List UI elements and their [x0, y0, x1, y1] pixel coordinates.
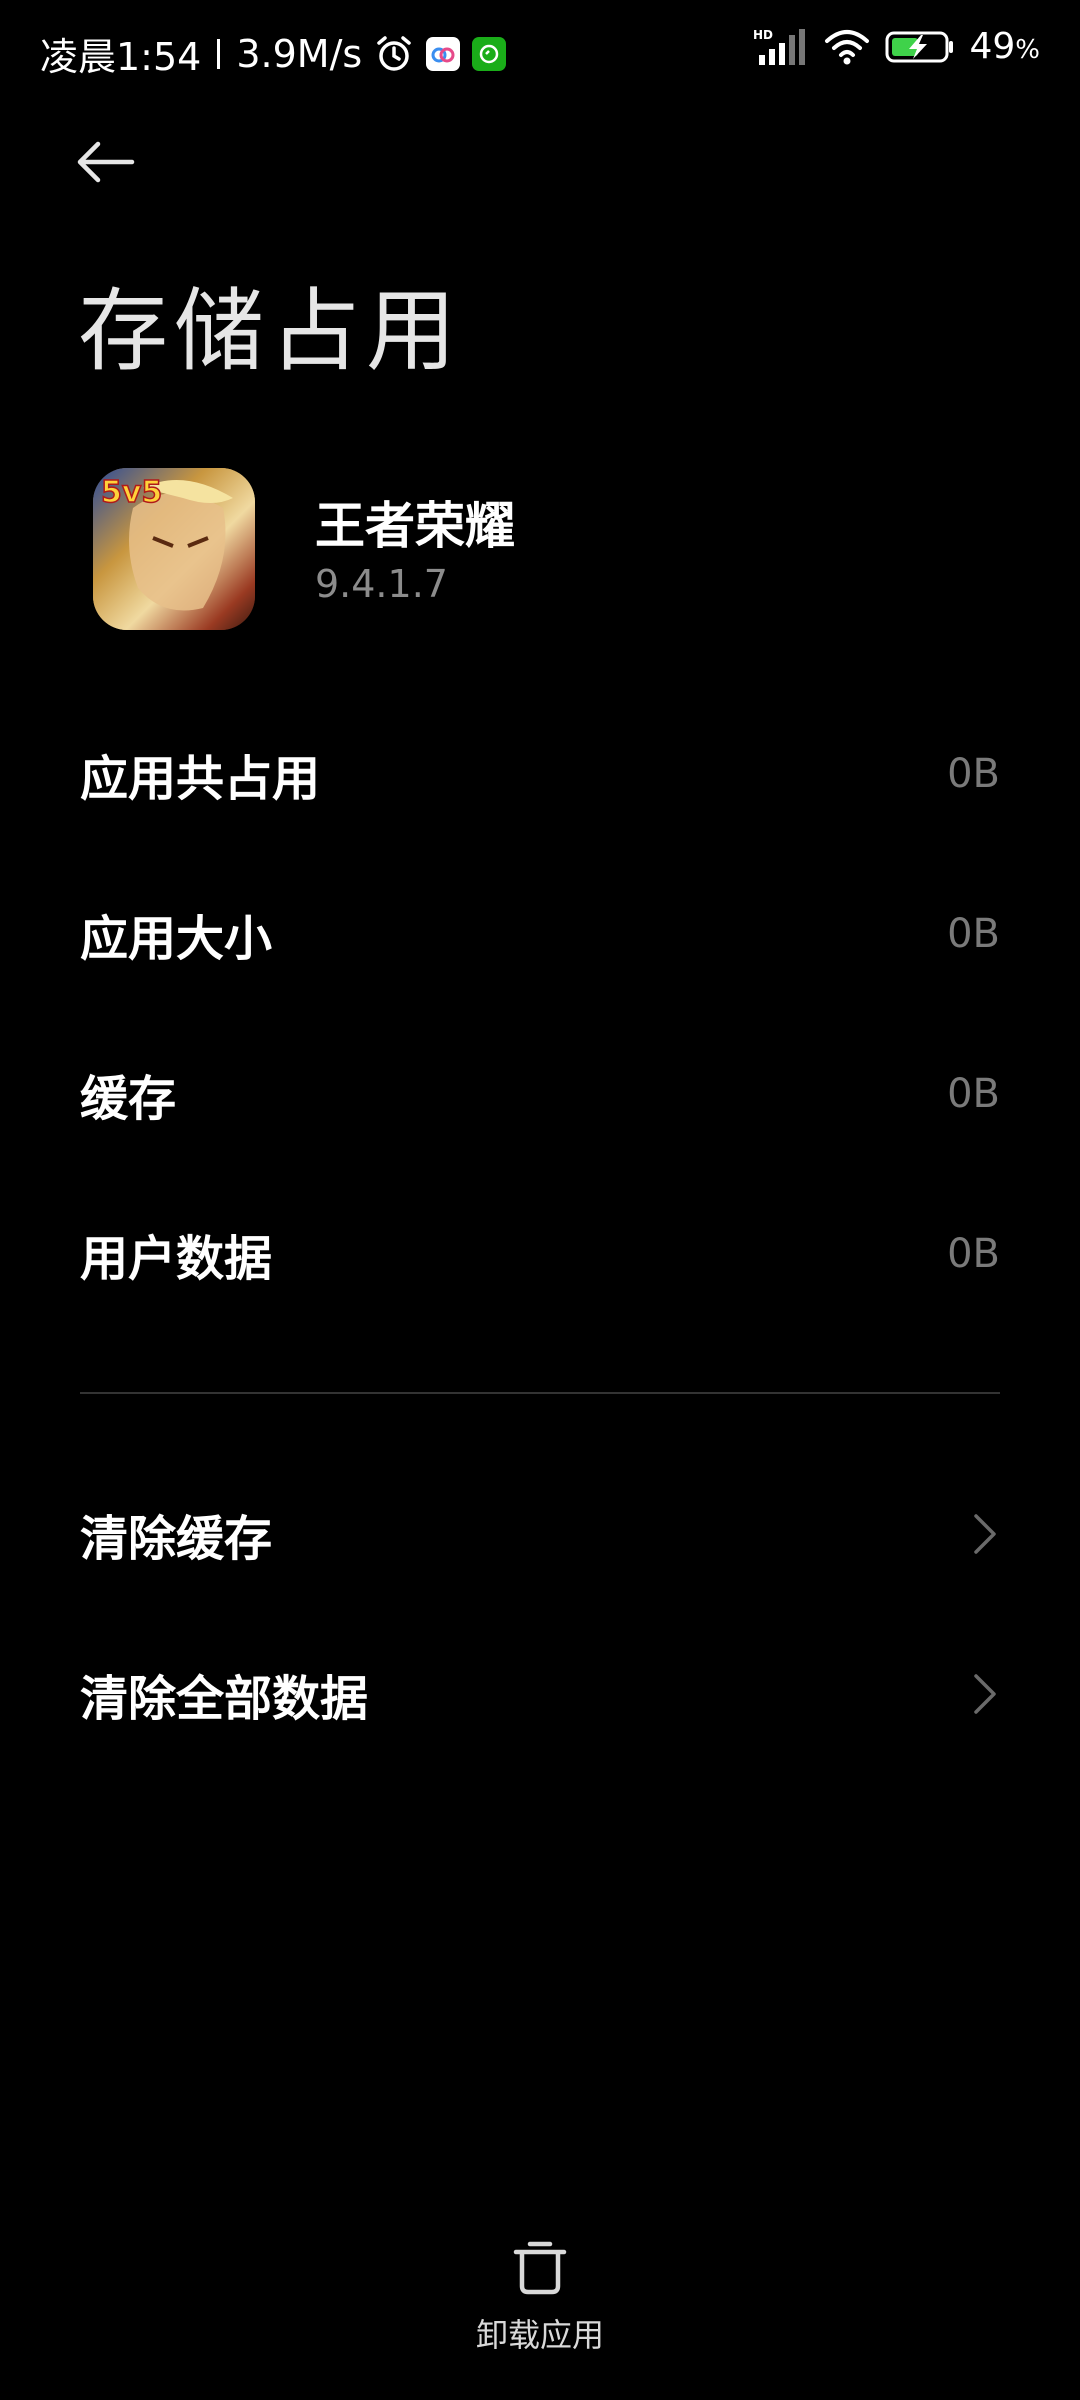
trash-icon [510, 2236, 570, 2302]
chevron-right-icon [970, 1672, 1000, 1716]
storage-row-cache: 缓存 0B [80, 1054, 1000, 1134]
back-button[interactable] [70, 134, 150, 194]
section-divider [80, 1392, 1000, 1394]
app-version: 9.4.1.7 [315, 562, 448, 606]
app-name: 王者荣耀 [315, 497, 515, 555]
wifi-icon [823, 27, 871, 67]
uninstall-button[interactable]: 卸载应用 [440, 2236, 640, 2356]
status-right: HD 49% [753, 26, 1040, 67]
app-icon: 5v5 [93, 468, 255, 630]
storage-row-total: 应用共占用 0B [80, 734, 1000, 814]
storage-label: 用户数据 [80, 1231, 273, 1287]
chevron-right-icon [970, 1512, 1000, 1556]
status-left: 凌晨1:54 3.9M/s [40, 26, 507, 81]
network-badge: HD [753, 28, 773, 42]
storage-label: 应用共占用 [80, 751, 321, 807]
battery-percentage: 49% [969, 26, 1040, 67]
baidu-netdisk-icon [426, 36, 461, 71]
wechat-icon [472, 36, 507, 71]
storage-row-app-size: 应用大小 0B [80, 894, 1000, 974]
app-icon-badge: 5v5 [101, 475, 162, 510]
storage-value: 0B [947, 1231, 1000, 1277]
storage-row-user-data: 用户数据 0B [80, 1214, 1000, 1294]
network-speed: 3.9M/s [236, 31, 363, 76]
alarm-icon [374, 34, 414, 74]
clear-all-data-button[interactable]: 清除全部数据 [80, 1649, 1000, 1739]
action-label: 清除全部数据 [80, 1671, 369, 1727]
storage-value: 0B [947, 1071, 1000, 1117]
clear-cache-button[interactable]: 清除缓存 [80, 1489, 1000, 1579]
battery-percent-unit: % [1015, 35, 1040, 65]
action-label: 清除缓存 [80, 1511, 273, 1567]
status-bar: 凌晨1:54 3.9M/s HD 49% [0, 0, 1080, 110]
signal-icon: HD [753, 27, 809, 67]
storage-value: 0B [947, 911, 1000, 957]
back-arrow-icon [70, 137, 140, 191]
storage-label: 应用大小 [80, 911, 273, 967]
uninstall-label: 卸载应用 [475, 2316, 604, 2354]
status-separator [217, 38, 221, 69]
battery-percent-value: 49 [969, 26, 1016, 67]
battery-icon [885, 29, 955, 65]
status-time: 凌晨1:54 [40, 35, 202, 79]
storage-label: 缓存 [80, 1071, 177, 1127]
storage-value: 0B [947, 751, 1000, 797]
page-title: 存储占用 [78, 279, 462, 384]
